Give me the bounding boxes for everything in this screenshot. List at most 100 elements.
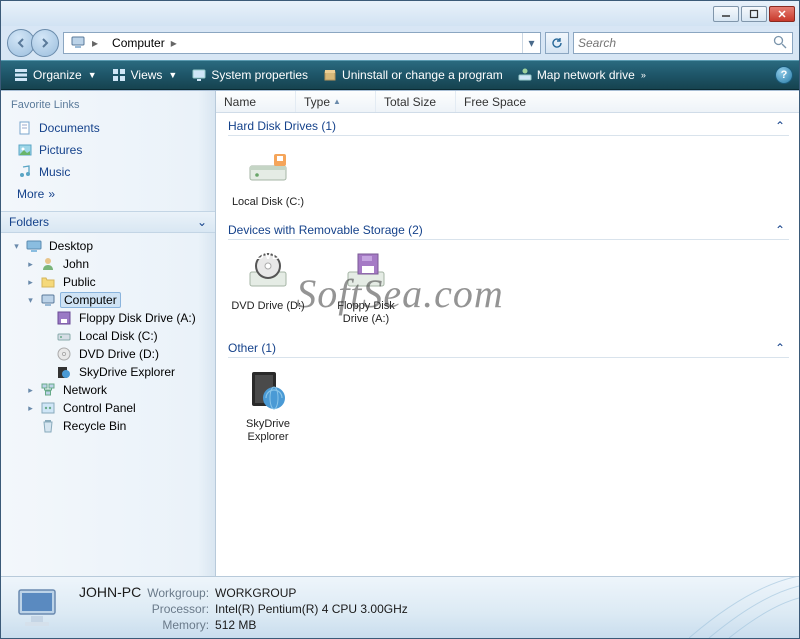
drive-local-disk[interactable]: Local Disk (C:) <box>228 144 308 209</box>
search-input[interactable] <box>578 36 768 50</box>
tree-dvd[interactable]: DVD Drive (D:) <box>9 345 211 363</box>
tree-floppy[interactable]: Floppy Disk Drive (A:) <box>9 309 211 327</box>
chevron-down-icon: ▼ <box>168 70 177 80</box>
system-properties-button[interactable]: System properties <box>185 64 314 86</box>
computer-icon <box>40 292 56 308</box>
navbar: ▸ Computer ▸ ▾ <box>1 26 799 60</box>
minimize-button[interactable] <box>713 6 739 22</box>
music-icon <box>17 164 33 180</box>
collapse-icon[interactable]: ▾ <box>25 295 36 306</box>
uninstall-label: Uninstall or change a program <box>342 68 503 82</box>
views-icon <box>111 67 127 83</box>
nav-forward-button[interactable] <box>31 29 59 57</box>
tree-recycle-bin[interactable]: Recycle Bin <box>9 417 211 435</box>
control-panel-icon <box>40 400 56 416</box>
breadcrumb-computer[interactable]: Computer ▸ <box>106 33 185 53</box>
address-bar[interactable]: ▸ Computer ▸ ▾ <box>63 32 541 54</box>
sort-asc-icon: ▲ <box>333 97 341 106</box>
col-total-size[interactable]: Total Size <box>376 91 456 112</box>
tree-john[interactable]: ▸John <box>9 255 211 273</box>
navigation-pane: Favorite Links Documents Pictures Music … <box>1 91 216 576</box>
memory-label: Memory: <box>147 618 209 632</box>
uninstall-button[interactable]: Uninstall or change a program <box>316 64 509 86</box>
decorative-swoosh <box>689 576 799 638</box>
drive-label: DVD Drive (D:) <box>228 300 308 313</box>
expand-icon[interactable]: ▸ <box>25 277 36 288</box>
computer-name: JOHN-PC <box>79 584 141 600</box>
chevron-down-icon: ⌄ <box>197 215 207 229</box>
processor-value: Intel(R) Pentium(R) 4 CPU 3.00GHz <box>215 602 408 616</box>
folder-tree: ▾Desktop ▸John ▸Public ▾Computer Floppy … <box>1 233 215 576</box>
svg-text:DVD: DVD <box>255 248 281 262</box>
group-title: Hard Disk Drives (1) <box>228 119 336 133</box>
box-icon <box>322 67 338 83</box>
fav-music[interactable]: Music <box>11 161 215 183</box>
expand-icon[interactable]: ▸ <box>25 403 36 414</box>
col-free-space[interactable]: Free Space <box>456 91 556 112</box>
collapse-group-button[interactable]: ⌃ <box>775 223 789 237</box>
column-headers: Name Type▲ Total Size Free Space <box>216 91 799 113</box>
chevron-down-icon: ▼ <box>88 70 97 80</box>
fav-more[interactable]: More» <box>11 183 215 203</box>
maximize-button[interactable] <box>741 6 767 22</box>
pictures-icon <box>17 142 33 158</box>
processor-label: Processor: <box>147 602 209 616</box>
close-button[interactable] <box>769 6 795 22</box>
expand-icon[interactable]: ▸ <box>25 385 36 396</box>
computer-icon <box>13 584 65 632</box>
views-menu[interactable]: Views ▼ <box>105 64 184 86</box>
tree-network[interactable]: ▸Network <box>9 381 211 399</box>
drive-label: Local Disk (C:) <box>228 196 308 209</box>
monitor-icon <box>191 67 207 83</box>
breadcrumb-label: Computer <box>112 36 165 50</box>
tree-skydrive[interactable]: SkyDrive Explorer <box>9 363 211 381</box>
address-dropdown[interactable]: ▾ <box>522 33 540 53</box>
drive-floppy[interactable]: Floppy Disk Drive (A:) <box>326 248 406 326</box>
breadcrumb-root[interactable]: ▸ <box>64 33 106 53</box>
computer-icon <box>70 34 86 53</box>
search-box[interactable] <box>573 32 793 54</box>
collapse-icon[interactable]: ▾ <box>11 241 22 252</box>
folder-icon <box>40 274 56 290</box>
titlebar <box>1 1 799 26</box>
network-drive-icon <box>517 67 533 83</box>
map-drive-button[interactable]: Map network drive » <box>511 64 652 86</box>
tree-control-panel[interactable]: ▸Control Panel <box>9 399 211 417</box>
views-label: Views <box>131 68 163 82</box>
group-other: Other (1)⌃ SkyDrive Explorer <box>228 341 789 444</box>
dvd-icon <box>56 346 72 362</box>
dvd-drive-icon: DVD <box>244 248 292 296</box>
desktop-icon <box>26 238 42 254</box>
refresh-button[interactable] <box>545 32 569 54</box>
group-title: Devices with Removable Storage (2) <box>228 223 423 237</box>
user-icon <box>40 256 56 272</box>
item-skydrive[interactable]: SkyDrive Explorer <box>228 366 308 444</box>
collapse-group-button[interactable]: ⌃ <box>775 119 789 133</box>
workgroup-label: Workgroup: <box>147 586 209 600</box>
tree-public[interactable]: ▸Public <box>9 273 211 291</box>
item-label: SkyDrive Explorer <box>228 418 308 444</box>
fav-pictures[interactable]: Pictures <box>11 139 215 161</box>
skydrive-icon <box>244 366 292 414</box>
organize-icon <box>13 67 29 83</box>
chevron-right-icon: » <box>641 70 646 80</box>
hard-drive-icon <box>56 328 72 344</box>
expand-icon[interactable]: ▸ <box>25 259 36 270</box>
organize-label: Organize <box>33 68 82 82</box>
tree-local-disk[interactable]: Local Disk (C:) <box>9 327 211 345</box>
collapse-group-button[interactable]: ⌃ <box>775 341 789 355</box>
col-name[interactable]: Name <box>216 91 296 112</box>
system-properties-label: System properties <box>211 68 308 82</box>
organize-menu[interactable]: Organize ▼ <box>7 64 103 86</box>
folders-header[interactable]: Folders⌄ <box>1 211 215 233</box>
help-button[interactable]: ? <box>775 66 793 84</box>
col-type[interactable]: Type▲ <box>296 91 376 112</box>
fav-documents[interactable]: Documents <box>11 117 215 139</box>
drive-dvd[interactable]: DVD DVD Drive (D:) <box>228 248 308 326</box>
tree-desktop[interactable]: ▾Desktop <box>9 237 211 255</box>
tree-computer[interactable]: ▾Computer <box>9 291 211 309</box>
memory-value: 512 MB <box>215 618 408 632</box>
map-drive-label: Map network drive <box>537 68 635 82</box>
command-bar: Organize ▼ Views ▼ System properties Unins… <box>1 60 799 90</box>
network-icon <box>40 382 56 398</box>
